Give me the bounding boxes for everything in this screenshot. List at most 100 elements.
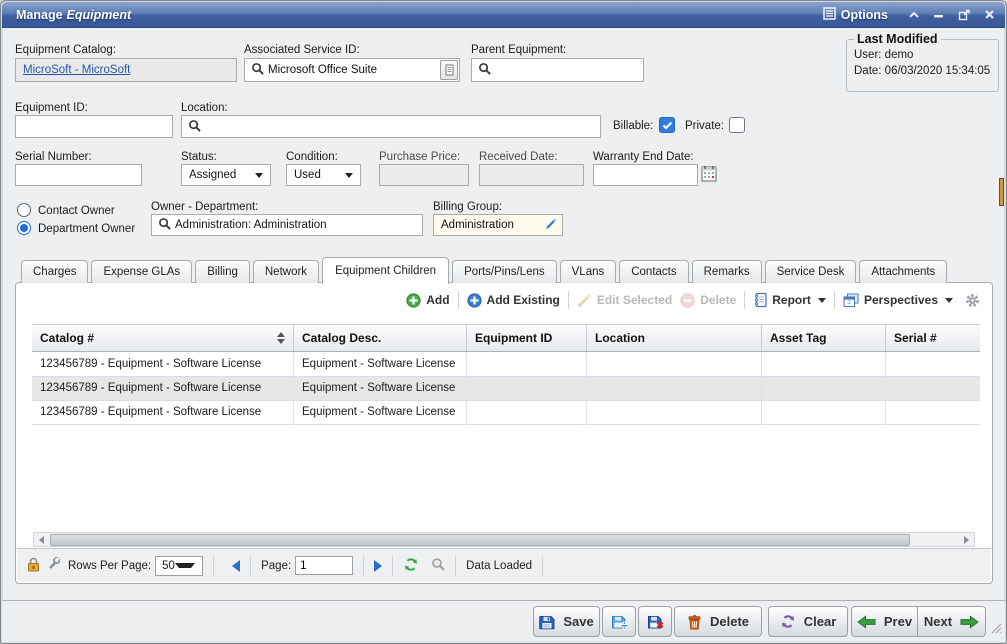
table-row[interactable]: 123456789 - Equipment - Software License…	[32, 377, 980, 401]
tab-contacts[interactable]: Contacts	[619, 260, 688, 283]
equipment-catalog-link[interactable]: MicroSoft - MicroSoft	[16, 64, 130, 76]
lock-icon[interactable]	[27, 557, 40, 575]
close-icon[interactable]	[984, 9, 995, 20]
equipment-id-label: Equipment ID:	[15, 102, 88, 114]
save-button[interactable]: Save	[533, 606, 600, 637]
table-row[interactable]: 123456789 - Equipment - Software License…	[32, 401, 980, 425]
popout-icon[interactable]	[958, 9, 971, 21]
arrow-right-icon	[960, 615, 979, 629]
status-label: Status:	[181, 151, 217, 163]
owner-department-value: Administration: Administration	[175, 219, 326, 231]
refresh-icon[interactable]	[403, 557, 419, 575]
calendar-icon[interactable]	[701, 165, 717, 187]
clear-refresh-icon	[780, 614, 796, 629]
perspectives-button[interactable]: Perspectives	[843, 293, 953, 308]
tab-network[interactable]: Network	[253, 260, 319, 283]
last-modified-user: User: demo	[854, 47, 991, 63]
scroll-indicator	[999, 178, 1004, 206]
cell-catalog-desc: Equipment - Software License	[294, 353, 467, 377]
serial-number-label: Serial Number:	[15, 151, 92, 163]
page-input[interactable]	[295, 556, 353, 575]
edit-pencil-icon[interactable]	[545, 218, 557, 233]
contact-owner-radio[interactable]	[17, 203, 31, 217]
tab-service-desk[interactable]: Service Desk	[765, 260, 857, 283]
add-existing-button[interactable]: Add Existing	[467, 293, 560, 308]
wrench-icon[interactable]	[46, 557, 60, 574]
cell-location	[587, 353, 762, 377]
cell-catalog-desc: Equipment - Software License	[294, 377, 467, 401]
options-button[interactable]: Options	[823, 7, 888, 23]
save-and-close-button[interactable]	[638, 606, 672, 637]
parent-equipment-field[interactable]	[471, 58, 644, 82]
prev-page-icon[interactable]	[232, 560, 240, 572]
equipment-children-panel: Add Add Existing Edit Selected Delete Re…	[15, 282, 993, 584]
status-select[interactable]: Assigned	[181, 164, 271, 186]
next-button[interactable]: Next	[918, 606, 986, 637]
chevron-down-icon	[818, 298, 826, 303]
rows-per-page-select[interactable]: 50	[155, 556, 203, 576]
warranty-end-date-input[interactable]	[593, 164, 698, 186]
tab-equipment-children[interactable]: Equipment Children	[322, 257, 449, 284]
delete-button[interactable]: Delete	[674, 606, 762, 637]
save-icon	[539, 614, 555, 630]
column-header-equipment-id[interactable]: Equipment ID	[467, 325, 587, 351]
cell-equipment-id	[467, 377, 587, 401]
tab-billing[interactable]: Billing	[195, 260, 250, 283]
column-header-serial[interactable]: Serial #	[886, 325, 980, 351]
owner-department-field[interactable]: Administration: Administration	[151, 214, 423, 236]
titlebar[interactable]: ManageEquipment Options	[2, 2, 1005, 28]
tab-remarks[interactable]: Remarks	[692, 260, 762, 283]
equipment-catalog-field: MicroSoft - MicroSoft	[15, 58, 237, 82]
search-icon	[158, 217, 171, 233]
column-header-location[interactable]: Location	[587, 325, 762, 351]
add-icon	[406, 293, 421, 308]
serial-number-input[interactable]	[15, 164, 142, 186]
table-row[interactable]: 123456789 - Equipment - Software License…	[32, 353, 980, 377]
report-button[interactable]: Report	[753, 292, 826, 308]
delete-row-button[interactable]: Delete	[680, 293, 736, 308]
prev-button[interactable]: Prev	[851, 606, 918, 637]
minimize-icon[interactable]	[933, 10, 945, 20]
sort-icon[interactable]	[277, 332, 285, 344]
scroll-right-icon[interactable]	[959, 533, 974, 546]
location-field[interactable]	[181, 115, 601, 138]
resize-grip[interactable]	[989, 621, 1002, 639]
warranty-end-date-label: Warranty End Date:	[593, 151, 694, 163]
equipment-catalog-label: Equipment Catalog:	[15, 44, 116, 56]
scroll-left-icon[interactable]	[34, 533, 49, 546]
grid-status-text: Data Loaded	[466, 560, 532, 572]
scrollbar-thumb[interactable]	[50, 534, 910, 546]
add-existing-icon	[467, 293, 482, 308]
save-and-new-button[interactable]	[602, 606, 636, 637]
department-owner-label: Department Owner	[38, 223, 135, 235]
service-details-button[interactable]	[440, 60, 458, 80]
column-header-catalog-num[interactable]: Catalog #	[32, 325, 294, 351]
collapse-icon[interactable]	[908, 10, 920, 20]
associated-service-id-field[interactable]: Microsoft Office Suite	[244, 58, 460, 82]
cell-serial	[886, 353, 980, 377]
next-page-icon[interactable]	[374, 560, 382, 572]
cell-equipment-id	[467, 401, 587, 425]
billable-checkbox[interactable]	[659, 117, 675, 133]
grid-settings-button[interactable]	[965, 293, 980, 308]
tab-ports-pins-lens[interactable]: Ports/Pins/Lens	[452, 260, 557, 283]
tab-charges[interactable]: Charges	[21, 260, 88, 283]
add-button[interactable]: Add	[406, 293, 449, 308]
last-modified-panel: Last Modified User: demo Date: 06/03/202…	[846, 32, 999, 92]
quick-search-icon[interactable]	[431, 557, 445, 574]
department-owner-radio[interactable]	[17, 221, 31, 235]
horizontal-scrollbar[interactable]	[33, 532, 975, 547]
private-checkbox[interactable]	[729, 117, 745, 133]
column-header-asset-tag[interactable]: Asset Tag	[762, 325, 886, 351]
tab-attachments[interactable]: Attachments	[859, 260, 947, 283]
tab-expense-glas[interactable]: Expense GLAs	[91, 260, 192, 283]
grid-toolbar: Add Add Existing Edit Selected Delete Re…	[406, 291, 980, 309]
edit-selected-button[interactable]: Edit Selected	[577, 293, 672, 308]
last-modified-date: Date: 06/03/2020 15:34:05	[854, 63, 991, 79]
report-icon	[753, 292, 767, 308]
equipment-id-input[interactable]	[15, 115, 173, 138]
tab-vlans[interactable]: VLans	[560, 260, 617, 283]
column-header-catalog-desc[interactable]: Catalog Desc.	[294, 325, 467, 351]
clear-button[interactable]: Clear	[768, 606, 848, 637]
condition-select[interactable]: Used	[286, 164, 361, 186]
